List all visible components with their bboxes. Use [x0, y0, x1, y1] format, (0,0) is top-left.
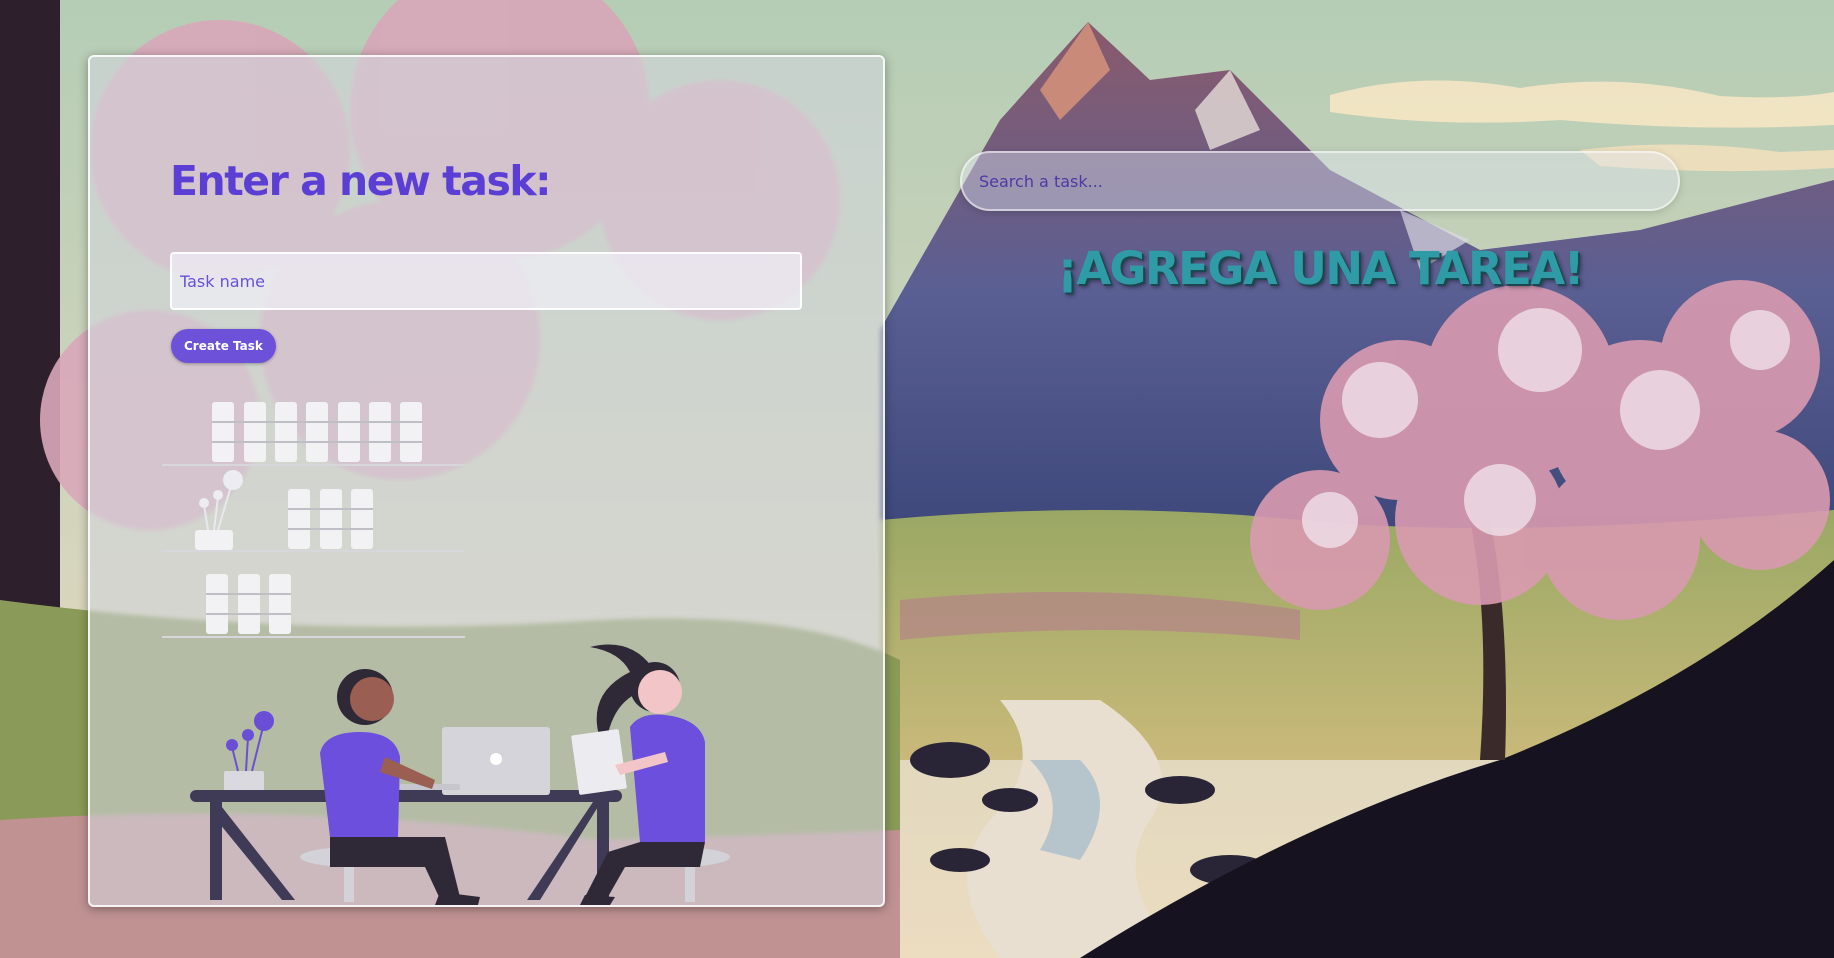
- create-task-button[interactable]: Create Task: [171, 329, 276, 363]
- bookshelf-icon: [162, 402, 465, 638]
- team-working-illustration: [162, 402, 730, 905]
- task-name-input[interactable]: [170, 252, 802, 310]
- person-right: [571, 644, 730, 905]
- search-task-input[interactable]: [960, 151, 1680, 211]
- new-task-panel: Enter a new task: Create Task: [88, 55, 885, 907]
- empty-state-message: ¡AGREGA UNA TAREA!: [1057, 242, 1584, 295]
- plant-icon: [224, 711, 274, 793]
- new-task-title: Enter a new task:: [170, 157, 552, 205]
